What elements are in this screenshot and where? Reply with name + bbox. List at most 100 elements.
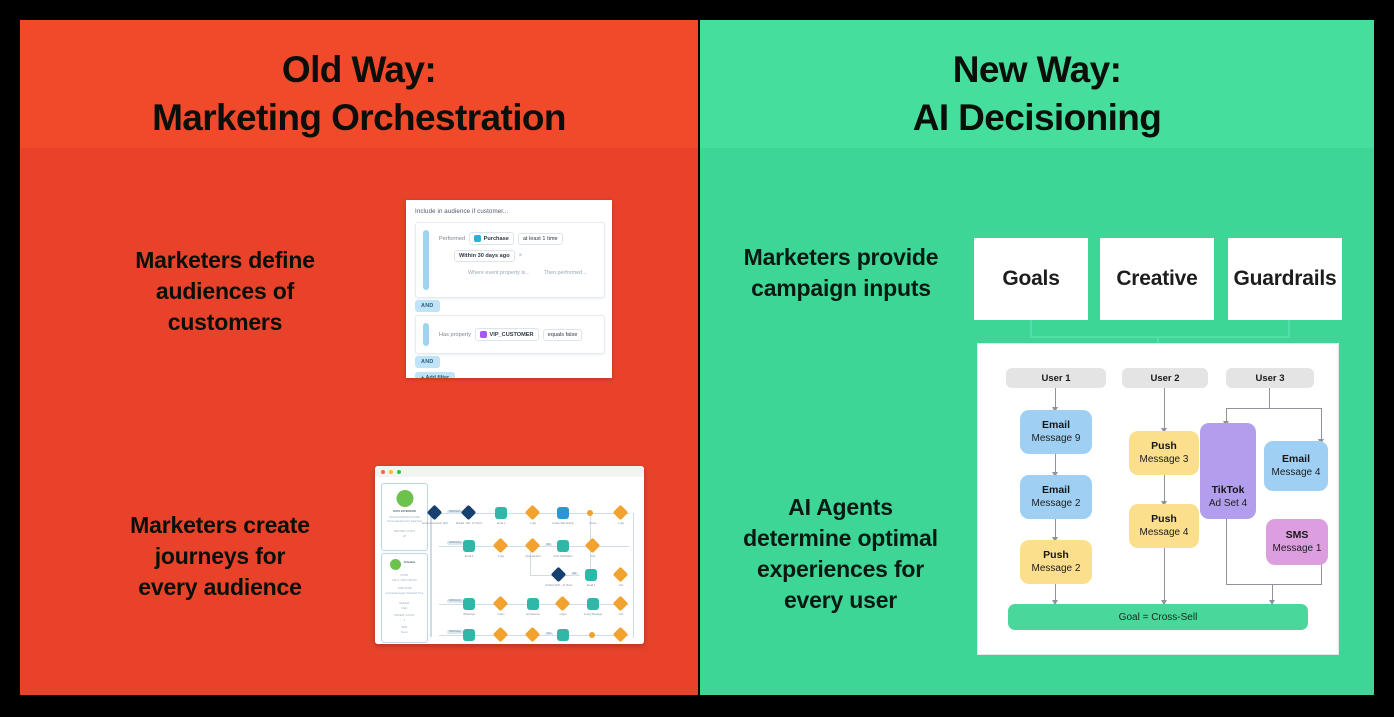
journey-builder-screenshot: DATA EXTENSION DATA EXTENSION NAME Perso… <box>375 466 644 644</box>
schedule-meta: REPEAT COUNT <box>394 614 415 617</box>
data-extension-title: DATA EXTENSION <box>393 510 416 513</box>
journey-node-wait[interactable]: Join <box>584 537 601 558</box>
journey-node-label: 1 day <box>497 555 505 558</box>
journey-node-dot[interactable] <box>589 632 595 638</box>
journey-node-wait[interactable]: Open Email 2 <box>524 537 541 558</box>
journey-node-push[interactable]: Push Notification <box>554 540 572 558</box>
message-node[interactable]: Email Message 9 <box>1020 410 1092 454</box>
message-node[interactable]: Push Message 2 <box>1020 540 1092 584</box>
message-node[interactable]: SMS Message 1 <box>1266 519 1328 565</box>
event-icon <box>474 235 482 242</box>
journey-canvas[interactable]: DATA EXTENSION DATA EXTENSION NAME Perso… <box>375 477 644 644</box>
journey-node-decision[interactable]: Divided: 100 - 1h Hours <box>456 504 482 525</box>
journey-node-email[interactable]: Email 2 <box>463 540 475 558</box>
property-chip[interactable]: VIP_CUSTOMER <box>475 328 539 341</box>
journey-node-wait[interactable]: 1 day <box>492 537 509 558</box>
filter-row-performed: Performed Purchase at least 1 time <box>439 232 563 245</box>
message-channel: Email <box>1041 419 1070 431</box>
audience-filter-card-1[interactable]: Performed Purchase at least 1 time Withi… <box>415 222 605 298</box>
message-id: Message 3 <box>1139 454 1189 465</box>
journey-node-wait[interactable]: Join <box>612 626 629 643</box>
event-chip[interactable]: Purchase <box>469 232 514 245</box>
frequency-chip[interactable]: at least 1 time <box>517 232 563 245</box>
journey-node-label: 1 day <box>617 522 625 525</box>
journey-edge <box>633 513 634 638</box>
audience-filter-card-2[interactable]: Has property VIP_CUSTOMER equals false <box>415 315 605 354</box>
old-way-caption-journeys: Marketers create journeys for every audi… <box>70 510 370 603</box>
journey-node-dot[interactable] <box>587 510 593 516</box>
filter-label: Has property <box>439 331 472 338</box>
new-way-title-line2: AI Decisioning <box>912 97 1162 138</box>
journey-node-label: Join <box>618 584 624 587</box>
journey-node-label: Email 3 <box>586 584 596 587</box>
maximize-icon[interactable] <box>397 470 401 474</box>
schedule-meta: Mar 6, 2023 3:00 AM <box>392 579 417 582</box>
caption-line: experiences for <box>756 556 925 582</box>
journey-node-email[interactable]: Email 1 <box>495 507 507 525</box>
data-extension-meta: RECORD COUNT <box>393 530 416 533</box>
journey-node-label: Push Notification <box>553 555 573 558</box>
journey-node-email[interactable]: Email 3 <box>585 569 597 587</box>
input-card-creative[interactable]: Creative <box>1100 238 1214 320</box>
journey-node-push[interactable]: WhatsApp <box>463 598 475 616</box>
edge <box>1164 547 1166 604</box>
schedule-meta: START <box>400 574 409 577</box>
caption-line: Marketers provide <box>743 244 939 270</box>
journey-node-wait[interactable]: Retargeted user <box>524 626 541 643</box>
operator-chip[interactable]: equals false <box>542 328 583 341</box>
journey-node-action[interactable]: Ad Audience <box>526 598 540 616</box>
caption-line: determine optimal <box>743 525 938 551</box>
message-node[interactable]: Email Message 4 <box>1264 441 1328 491</box>
journey-node-wait[interactable]: 3 days <box>492 626 509 643</box>
caption-line: every user <box>783 587 898 613</box>
close-icon[interactable] <box>381 470 385 474</box>
message-node[interactable]: Push Message 4 <box>1129 504 1199 548</box>
new-way-title: New Way: AI Decisioning <box>700 46 1374 142</box>
filter-accent-bar <box>423 230 429 290</box>
journey-node-decision[interactable]: Email Conversion Split <box>422 504 448 525</box>
journey-edge-label: 100% Entry <box>447 599 463 603</box>
journey-node-wait[interactable]: 2 days <box>554 595 571 616</box>
where-event-property-action[interactable]: Where event property is... <box>468 270 530 276</box>
close-icon[interactable]: × <box>519 253 523 259</box>
journey-node-decision[interactable]: Divided: 50% - 1h Hours <box>545 566 573 587</box>
event-chip-label: Purchase <box>483 235 509 242</box>
user-node-3: User 3 <box>1226 368 1314 388</box>
journey-node-label: Email Conversion Split <box>422 522 448 525</box>
input-card-guardrails[interactable]: Guardrails <box>1228 238 1342 320</box>
data-extension-meta: 28 <box>403 535 406 538</box>
schedule-meta: TIME ZONE <box>397 587 412 590</box>
audience-builder-screenshot: Include in audience if customer... Perfo… <box>406 200 612 378</box>
timeframe-chip[interactable]: Within 30 days ago <box>454 250 515 262</box>
user-node-1: User 1 <box>1006 368 1106 388</box>
then-performed-action[interactable]: Then performed... <box>544 270 587 276</box>
journey-node-action[interactable]: Create Task Activity <box>552 507 574 525</box>
input-card-goals[interactable]: Goals <box>974 238 1088 320</box>
journey-node-wait[interactable]: 1 day <box>524 504 541 525</box>
filter-accent-bar <box>423 323 429 346</box>
minimize-icon[interactable] <box>389 470 393 474</box>
schedule-card[interactable]: Schedule START Mar 6, 2023 3:00 AM TIME … <box>381 553 428 643</box>
add-filter-button[interactable]: + Add filter <box>415 372 456 378</box>
journey-node-email[interactable]: Email 4 <box>557 629 569 641</box>
journey-node-push[interactable]: SMS 1 <box>463 629 475 641</box>
journey-node-wait[interactable]: 2 days <box>492 595 509 616</box>
property-chip-label: VIP_CUSTOMER <box>489 331 534 338</box>
and-connector-1[interactable]: AND <box>415 300 440 312</box>
message-node[interactable]: Email Message 2 <box>1020 475 1092 519</box>
message-node[interactable]: Push Message 3 <box>1129 431 1199 475</box>
old-way-header: Old Way: Marketing Orchestration <box>20 20 698 148</box>
journey-node-label: 2 days <box>497 613 505 616</box>
caption-line: audiences of <box>155 278 295 304</box>
user-node-2: User 2 <box>1122 368 1208 388</box>
new-way-title-line1: New Way: <box>952 49 1122 90</box>
and-connector-2[interactable]: AND <box>415 356 440 368</box>
schedule-meta: Central European Standard Time <box>385 592 424 595</box>
property-icon <box>480 331 488 338</box>
message-node[interactable]: TikTok Ad Set 4 <box>1200 423 1256 519</box>
journey-node-wait[interactable]: Join <box>612 595 629 616</box>
journey-node-push[interactable]: In-App Message <box>584 598 602 616</box>
journey-node-wait[interactable]: Join <box>612 566 629 587</box>
journey-node-wait[interactable]: 1 day <box>612 504 629 525</box>
data-extension-card[interactable]: DATA EXTENSION DATA EXTENSION NAME Perso… <box>381 483 428 551</box>
